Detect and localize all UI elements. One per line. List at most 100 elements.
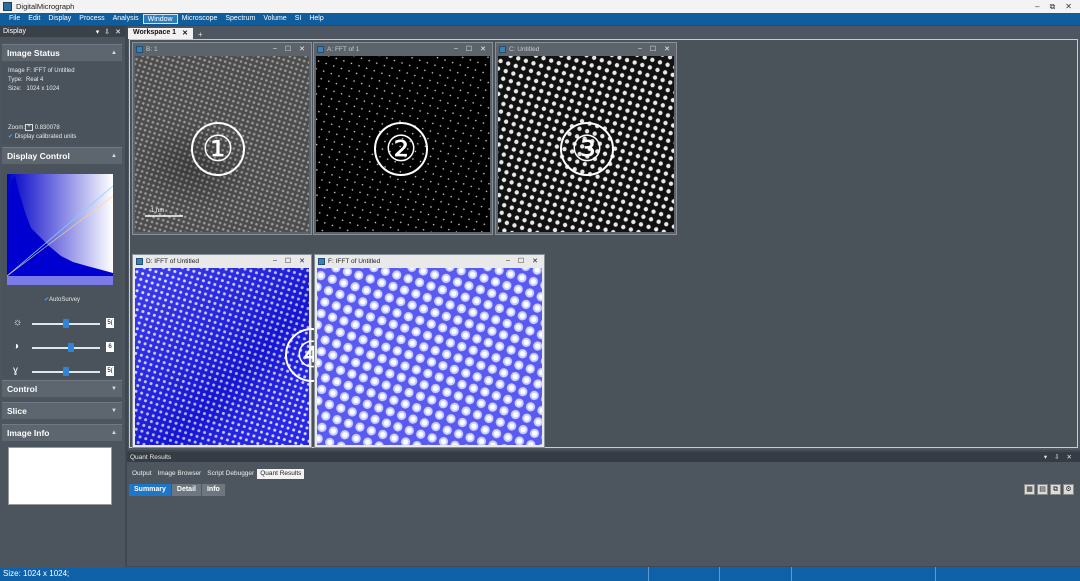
subtab-summary[interactable]: Summary — [129, 484, 172, 496]
status-divider — [791, 567, 792, 581]
contrast-icon: ◑ — [13, 341, 20, 352]
image-window-c[interactable]: C: Untitled – ☐ ✕ ③ — [495, 42, 677, 235]
subtab-detail[interactable]: Detail — [171, 484, 202, 496]
subtab-info[interactable]: Info — [201, 484, 226, 496]
menu-si[interactable]: SI — [291, 14, 306, 24]
gamma-value[interactable]: 5( — [106, 366, 114, 376]
display-control-header[interactable]: Display Control ▲ — [2, 147, 122, 164]
quant-results-header: Quant Results ▾ ⇩ ✕ — [127, 452, 1080, 462]
maximize-icon[interactable]: ☐ — [650, 45, 656, 53]
control-header[interactable]: Control ▼ — [2, 380, 122, 397]
table-view-icon[interactable]: ▦ — [1024, 484, 1035, 495]
window-titlebar[interactable]: F: IFFT of Untitled – ☐ ✕ — [315, 255, 544, 267]
expand-icon: ▼ — [111, 408, 117, 414]
minimize-icon[interactable]: – — [1035, 2, 1039, 12]
close-icon[interactable]: ✕ — [664, 45, 670, 53]
status-divider — [719, 567, 720, 581]
menu-analysis[interactable]: Analysis — [109, 14, 143, 24]
gamma-icon: ɣ — [13, 365, 19, 376]
close-icon[interactable]: ✕ — [532, 257, 538, 265]
panel-pin-icon[interactable]: ⇩ — [104, 28, 110, 36]
contrast-value[interactable]: 6 — [106, 342, 114, 352]
maximize-icon[interactable]: ☐ — [285, 257, 291, 265]
window-titlebar[interactable]: A: FFT of 1 – ☐ ✕ — [314, 43, 492, 55]
ifft-image-f[interactable] — [317, 268, 542, 445]
brightness-slider[interactable] — [32, 319, 100, 328]
panel-menu-icon[interactable]: ▾ — [1044, 453, 1047, 461]
image-window-b[interactable]: B: 1 – ☐ ✕ 1 nm ① — [132, 42, 312, 235]
window-title: A: FFT of 1 — [327, 45, 360, 53]
menu-file[interactable]: File — [5, 14, 24, 24]
window-titlebar[interactable]: C: Untitled – ☐ ✕ — [496, 43, 676, 55]
quant-results-title: Quant Results — [130, 453, 172, 461]
annotation-number-2: ② — [374, 122, 428, 176]
slider-handle[interactable] — [63, 367, 69, 376]
workspace-tabs: Workspace 1 ✕ + — [128, 27, 203, 39]
tab-quant-results[interactable]: Quant Results — [257, 468, 305, 479]
panel-close-icon[interactable]: ✕ — [115, 28, 121, 36]
maximize-icon[interactable]: ☐ — [518, 257, 524, 265]
panel-pin-icon[interactable]: ⇩ — [1054, 453, 1059, 461]
zoom-icon[interactable]: + — [25, 124, 34, 131]
restore-icon[interactable]: ⧉ — [1050, 2, 1056, 12]
close-icon[interactable]: ✕ — [1065, 2, 1072, 12]
title-bar: DigitalMicrograph – ⧉ ✕ — [0, 0, 1080, 13]
menu-bar: File Edit Display Process Analysis Windo… — [0, 13, 1080, 25]
image-icon — [136, 257, 143, 265]
calibrated-units-checkbox[interactable]: ✔ Display calibrated units — [8, 133, 76, 140]
panel-menu-icon[interactable]: ▾ — [96, 28, 100, 36]
slider-handle[interactable] — [63, 319, 69, 328]
maximize-icon[interactable]: ☐ — [466, 45, 472, 53]
window-title: B: 1 — [146, 45, 158, 53]
add-tab-icon[interactable]: + — [193, 30, 203, 39]
type-row: Type: Real 4 — [8, 77, 43, 83]
minimize-icon[interactable]: – — [273, 257, 277, 265]
menu-display[interactable]: Display — [44, 14, 75, 24]
minimize-icon[interactable]: – — [273, 45, 277, 53]
display-panel: Display ▾ ⇩ ✕ Image Status ▲ Image F: IFF… — [0, 26, 125, 567]
brightness-value[interactable]: 5( — [106, 318, 114, 328]
close-icon[interactable]: ✕ — [299, 45, 305, 53]
close-icon[interactable]: ✕ — [480, 45, 486, 53]
type-label: Type: — [8, 77, 23, 83]
expand-icon: ▼ — [111, 386, 117, 392]
tab-close-icon[interactable]: ✕ — [182, 29, 188, 38]
image-info-label: Image Info — [7, 428, 50, 438]
window-titlebar[interactable]: D: IFFT of Untitled – ☐ ✕ — [133, 255, 311, 267]
tab-output[interactable]: Output — [129, 469, 155, 479]
maximize-icon[interactable]: ☐ — [285, 45, 291, 53]
checkbox-icon[interactable]: ✔ — [8, 134, 13, 140]
settings-icon[interactable]: ⚙ — [1063, 484, 1074, 495]
histogram[interactable] — [7, 174, 113, 285]
image-status-label: Image Status — [7, 48, 60, 58]
tab-script-debugger[interactable]: Script Debugger — [204, 469, 257, 479]
autosurvey-checkbox[interactable]: ✔AutoSurvey — [44, 296, 80, 303]
image-window-f[interactable]: F: IFFT of Untitled – ☐ ✕ — [314, 254, 545, 448]
minimize-icon[interactable]: – — [638, 45, 642, 53]
tab-workspace-1[interactable]: Workspace 1 ✕ — [128, 28, 193, 39]
slider-handle[interactable] — [68, 343, 75, 352]
slice-header[interactable]: Slice ▼ — [2, 402, 122, 419]
image-window-a[interactable]: A: FFT of 1 – ☐ ✕ ② — [313, 42, 493, 235]
contrast-slider[interactable] — [32, 343, 100, 352]
menu-window[interactable]: Window — [142, 14, 178, 24]
menu-edit[interactable]: Edit — [24, 14, 44, 24]
menu-spectrum[interactable]: Spectrum — [221, 14, 259, 24]
tab-image-browser[interactable]: Image Browser — [155, 469, 205, 479]
ifft-image-d[interactable] — [135, 268, 309, 445]
menu-volume[interactable]: Volume — [259, 14, 290, 24]
close-icon[interactable]: ✕ — [299, 257, 305, 265]
menu-process[interactable]: Process — [75, 14, 108, 24]
menu-help[interactable]: Help — [305, 14, 327, 24]
minimize-icon[interactable]: – — [506, 257, 510, 265]
panel-close-icon[interactable]: ✕ — [1067, 453, 1072, 461]
copy-icon[interactable]: ⧉ — [1050, 484, 1061, 495]
grid-view-icon[interactable]: ▤ — [1037, 484, 1048, 495]
image-info-content — [8, 447, 112, 505]
minimize-icon[interactable]: – — [454, 45, 458, 53]
image-status-header[interactable]: Image Status ▲ — [2, 44, 122, 61]
window-titlebar[interactable]: B: 1 – ☐ ✕ — [133, 43, 311, 55]
menu-microscope[interactable]: Microscope — [178, 14, 222, 24]
image-info-header[interactable]: Image Info ▲ — [2, 424, 122, 441]
gamma-slider[interactable] — [32, 367, 100, 376]
